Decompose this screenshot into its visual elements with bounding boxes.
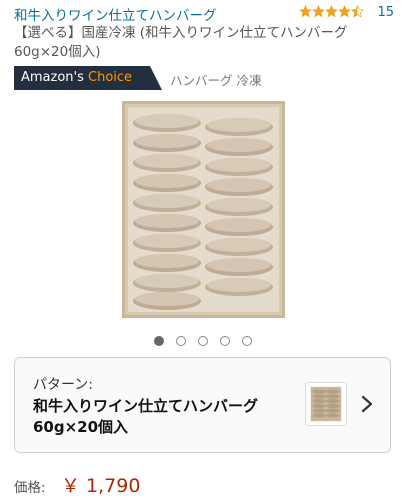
variant-value: 和牛入りワイン仕立てハンバーグ60g×20個入: [33, 397, 259, 436]
variant-thumbnail: [305, 382, 347, 426]
amazons-choice-row: Amazon's Choice ハンバーグ 冷凍: [14, 66, 394, 90]
product-header-row: 和牛入りワイン仕立てハンバーグ 15: [14, 4, 394, 24]
carousel-dot[interactable]: [154, 336, 164, 346]
product-title: 【選べる】国産冷凍 (和牛入りワイン仕立てハンバーグ 60g×20個入): [14, 25, 348, 60]
star-icon: [312, 5, 325, 18]
star-icon: [299, 5, 312, 18]
carousel-dot[interactable]: [176, 336, 186, 346]
carousel-dot[interactable]: [198, 336, 208, 346]
price-label: 価格:: [14, 480, 46, 496]
star-icon: [338, 5, 351, 18]
price-value: ￥ 1,790: [61, 475, 141, 497]
badge-suffix: Choice: [88, 70, 133, 85]
half-star-icon: [351, 5, 364, 18]
variant-selector[interactable]: パターン: 和牛入りワイン仕立てハンバーグ60g×20個入: [14, 357, 391, 453]
price-row: 価格: ￥ 1,790: [14, 471, 394, 497]
carousel-dot[interactable]: [220, 336, 230, 346]
chevron-right-icon: [361, 395, 373, 413]
frozen-hamburg-box-image[interactable]: [122, 101, 285, 318]
badge-keywords: ハンバーグ 冷凍: [170, 73, 262, 88]
image-carousel-dots[interactable]: [154, 336, 252, 346]
star-icon: [325, 5, 338, 18]
amazons-choice-badge: Amazon's Choice: [14, 66, 162, 90]
review-count[interactable]: 15: [377, 5, 394, 20]
brand-link[interactable]: 和牛入りワイン仕立てハンバーグ: [14, 4, 217, 24]
carousel-dot[interactable]: [242, 336, 252, 346]
badge-prefix: Amazon's: [21, 70, 89, 85]
star-rating[interactable]: [299, 5, 364, 18]
variant-label: パターン:: [33, 377, 94, 393]
